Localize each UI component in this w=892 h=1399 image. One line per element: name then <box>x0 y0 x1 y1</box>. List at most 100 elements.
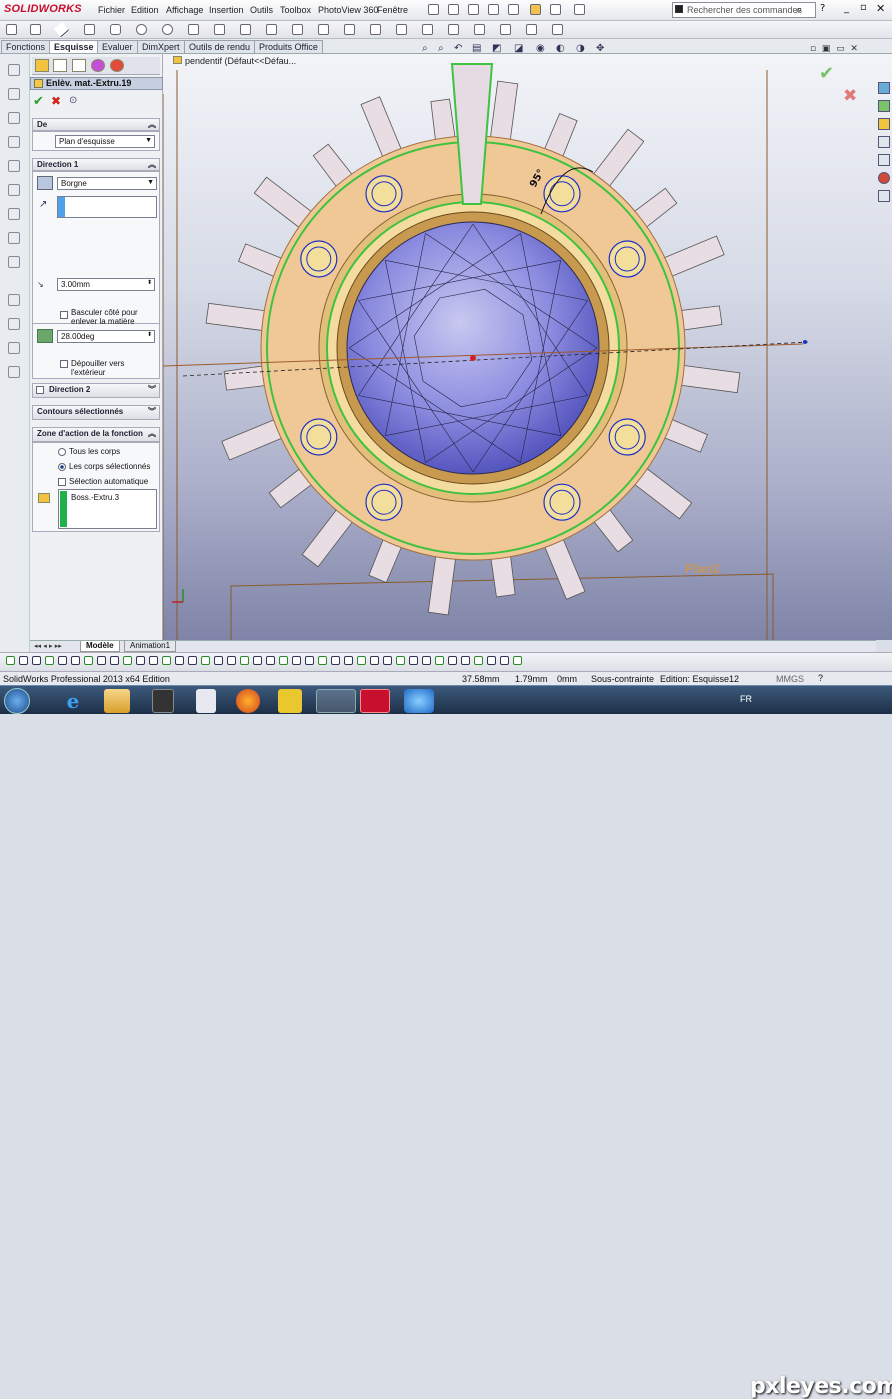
reverse-direction-icon[interactable] <box>37 176 53 190</box>
relation-tool-icon[interactable] <box>240 656 249 665</box>
body-list-item[interactable]: Boss.-Extru.3 <box>71 493 119 502</box>
relation-tool-icon[interactable] <box>6 656 15 665</box>
tab-evaluer[interactable]: Evaluer <box>97 40 138 53</box>
section-feature-scope[interactable]: Zone d'action de la fonction ︽ <box>32 427 160 442</box>
relation-tool-icon[interactable] <box>344 656 353 665</box>
smart-dimension-icon[interactable] <box>6 24 17 35</box>
previous-view-icon[interactable]: ↶ <box>454 43 462 54</box>
confirm-corner-ok-icon[interactable]: ✔ <box>819 63 834 84</box>
close-icon[interactable]: ✕ <box>850 44 858 54</box>
relation-tool-icon[interactable] <box>136 656 145 665</box>
ellipse-icon[interactable] <box>240 24 251 35</box>
units-label[interactable]: MMGS <box>776 674 804 684</box>
relation-tool-icon[interactable] <box>357 656 366 665</box>
menu-outils[interactable]: Outils <box>250 5 273 15</box>
relation-tool-icon[interactable] <box>266 656 275 665</box>
save-icon[interactable] <box>468 4 479 15</box>
zoom-area-icon[interactable]: ⌕ <box>438 43 444 54</box>
section-de[interactable]: De ︽ <box>32 118 160 131</box>
menu-photoview[interactable]: PhotoView 360 <box>318 5 378 15</box>
relation-tool-icon[interactable] <box>253 656 262 665</box>
relation-tool-icon[interactable] <box>409 656 418 665</box>
app-icon[interactable] <box>278 689 302 713</box>
confirm-corner-cancel-icon[interactable]: ✖ <box>843 86 857 106</box>
undo-icon[interactable] <box>508 4 519 15</box>
internet-explorer-icon[interactable]: e <box>56 689 90 713</box>
file-explorer-icon[interactable] <box>104 689 130 713</box>
relation-tool-icon[interactable] <box>188 656 197 665</box>
relation-tool-icon[interactable] <box>97 656 106 665</box>
fillet-icon[interactable] <box>292 24 303 35</box>
tab-esquisse[interactable]: Esquisse <box>49 40 99 53</box>
media-player-icon[interactable] <box>152 689 174 713</box>
sketch-tool-icon[interactable] <box>8 88 20 100</box>
relation-tool-icon[interactable] <box>58 656 67 665</box>
restore-icon[interactable]: ▫ <box>810 44 816 54</box>
view-palette-icon[interactable] <box>878 154 890 166</box>
notepad-icon[interactable] <box>196 689 216 713</box>
relation-tool-icon[interactable] <box>45 656 54 665</box>
sketch-tool-icon[interactable] <box>8 318 20 330</box>
direction-2-checkbox[interactable] <box>36 386 44 394</box>
model-canvas[interactable]: Plan2 95° ✔ ✖ <box>163 54 892 640</box>
relation-tool-icon[interactable] <box>19 656 28 665</box>
maximize-icon[interactable]: ▭ <box>836 44 845 54</box>
relation-tool-icon[interactable] <box>435 656 444 665</box>
setting-hole[interactable] <box>365 483 403 521</box>
minimize-icon[interactable]: _ <box>844 3 849 14</box>
arc-icon[interactable] <box>162 24 173 35</box>
relation-tool-icon[interactable] <box>292 656 301 665</box>
sketch-tool-icon[interactable] <box>8 232 20 244</box>
zoom-to-fit-icon[interactable]: ⌕ <box>422 43 428 54</box>
section-contours[interactable]: Contours sélectionnés ︾ <box>32 405 160 420</box>
polygon-icon[interactable] <box>188 24 199 35</box>
draft-outward-checkbox[interactable] <box>60 360 68 368</box>
graphics-area[interactable]: Plan2 95° ✔ ✖ pendentif (Défaut<<Défau..… <box>163 54 892 640</box>
appearances-icon[interactable] <box>878 172 890 184</box>
line-icon[interactable] <box>53 21 70 38</box>
direction-vector-field[interactable] <box>57 196 157 218</box>
relation-tool-icon[interactable] <box>175 656 184 665</box>
sketch-tool-icon[interactable] <box>8 112 20 124</box>
spline-icon[interactable] <box>214 24 225 35</box>
edit-appearance-icon[interactable]: ◐ <box>556 43 565 54</box>
pattern-icon[interactable] <box>448 24 459 35</box>
section-view-icon[interactable]: ▤ <box>472 43 481 54</box>
relation-tool-icon[interactable] <box>422 656 431 665</box>
quick-snaps-icon[interactable] <box>552 24 563 35</box>
offset-icon[interactable] <box>396 24 407 35</box>
gemstone[interactable] <box>346 221 600 475</box>
help-icon[interactable]: ? <box>818 673 823 683</box>
rebuild-icon[interactable] <box>530 4 541 15</box>
custom-properties-icon[interactable] <box>878 190 890 202</box>
language-indicator[interactable]: FR <box>740 694 752 704</box>
text-icon[interactable] <box>318 24 329 35</box>
relation-tool-icon[interactable] <box>201 656 210 665</box>
draft-toggle-icon[interactable] <box>37 329 53 343</box>
relation-tool-icon[interactable] <box>32 656 41 665</box>
relation-tool-icon[interactable] <box>474 656 483 665</box>
trim-icon[interactable] <box>344 24 355 35</box>
property-manager-icon[interactable] <box>53 59 67 72</box>
relation-tool-icon[interactable] <box>110 656 119 665</box>
all-bodies-radio[interactable] <box>58 448 66 456</box>
sketch-icon[interactable] <box>30 24 41 35</box>
start-button[interactable] <box>4 688 30 714</box>
hide-show-icon[interactable]: ◉ <box>536 43 545 54</box>
sketch-tool-icon[interactable] <box>8 136 20 148</box>
display-manager-icon[interactable] <box>110 59 124 72</box>
menu-affichage[interactable]: Affichage <box>166 5 203 15</box>
relation-tool-icon[interactable] <box>461 656 470 665</box>
relation-tool-icon[interactable] <box>500 656 509 665</box>
relation-tool-icon[interactable] <box>84 656 93 665</box>
search-icon[interactable]: ⌕ <box>796 3 802 17</box>
tile-icon[interactable]: ▣ <box>822 44 831 54</box>
cancel-button[interactable]: ✖ <box>51 94 61 108</box>
setting-hole[interactable] <box>300 418 338 456</box>
relations-icon[interactable] <box>500 24 511 35</box>
relation-tool-icon[interactable] <box>331 656 340 665</box>
tab-modele[interactable]: Modèle <box>80 641 120 652</box>
repair-icon[interactable] <box>526 24 537 35</box>
plane2-label[interactable]: Plan2 <box>685 561 720 576</box>
scene-icon[interactable]: ◑ <box>576 43 585 54</box>
